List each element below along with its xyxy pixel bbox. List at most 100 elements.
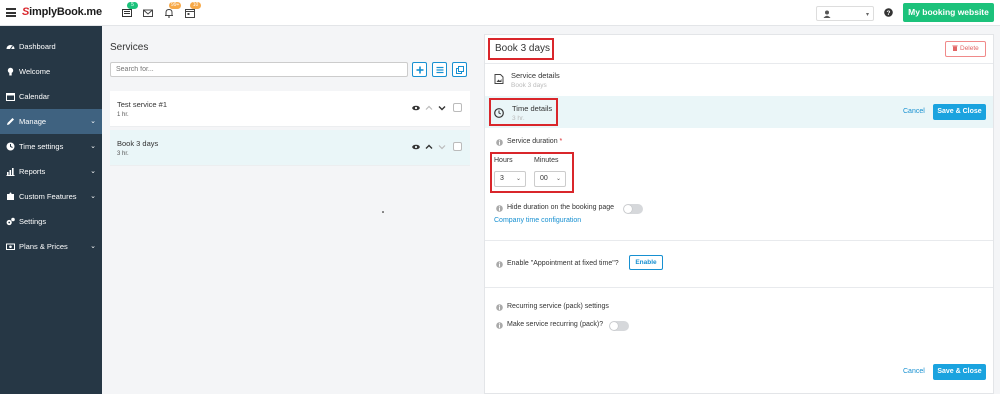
hide-duration-label: Hide duration on the booking page	[507, 204, 615, 211]
save-close-button-bottom[interactable]: Save & Close	[933, 364, 986, 380]
my-booking-website-button[interactable]: My booking website	[903, 3, 994, 22]
cancel-link[interactable]: Cancel	[903, 108, 925, 115]
puzzle-icon	[7, 192, 14, 200]
pencil-icon	[7, 118, 14, 125]
fixed-time-label: Enable "Appointment at fixed time"?	[507, 260, 619, 267]
move-down-icon[interactable]	[438, 143, 446, 151]
price-tag-icon	[6, 243, 15, 250]
calendar-icon	[6, 93, 15, 101]
recurring-settings-label: Recurring service (pack) settings	[507, 303, 609, 310]
plus-icon	[416, 66, 424, 74]
logo[interactable]: SimplyBook.me	[22, 6, 102, 18]
save-close-button[interactable]: Save & Close	[933, 104, 986, 120]
services-title: Services	[110, 42, 149, 53]
info-icon	[496, 205, 503, 212]
chevron-down-icon: ⌄	[515, 176, 521, 182]
make-recurring-label: Make service recurring (pack)?	[507, 321, 604, 328]
delete-service-button[interactable]: Delete	[945, 41, 986, 57]
clock-icon	[494, 108, 504, 118]
user-icon	[823, 10, 831, 18]
envelope-icon[interactable]	[143, 8, 153, 18]
chevron-down-icon: ⌄	[90, 118, 96, 125]
dashboard-icon	[6, 45, 15, 50]
loading-dot	[382, 211, 384, 213]
calendar-badge-icon[interactable]: 10	[185, 2, 201, 18]
sidebar-item-settings[interactable]: Settings	[0, 209, 102, 234]
sidebar-item-manage[interactable]: Manage ⌄	[0, 109, 102, 134]
company-time-configuration-link[interactable]: Company time configuration	[494, 217, 581, 224]
svg-text:?: ?	[887, 10, 891, 17]
chevron-down-icon: ⌄	[90, 168, 96, 175]
count-badge: 5	[127, 2, 138, 9]
service-checkbox[interactable]	[453, 103, 462, 112]
list-view-button[interactable]	[432, 62, 447, 77]
sidebar-item-calendar[interactable]: Calendar	[0, 84, 102, 109]
chevron-down-icon: ▾	[865, 12, 869, 18]
move-up-icon[interactable]	[425, 104, 433, 112]
services-search-input[interactable]	[110, 62, 408, 77]
service-details-label[interactable]: Service details	[511, 71, 560, 80]
list-icon	[436, 66, 444, 74]
sidebar-item-welcome[interactable]: Welcome	[0, 59, 102, 84]
divider	[485, 240, 993, 241]
move-down-icon[interactable]	[438, 104, 446, 112]
chevron-down-icon: ⌄	[90, 193, 96, 200]
sidebar-item-dashboard[interactable]: Dashboard	[0, 34, 102, 59]
sidebar-item-custom-features[interactable]: Custom Features ⌄	[0, 184, 102, 209]
bell-icon[interactable]: 99+	[164, 2, 182, 18]
add-service-button[interactable]	[412, 62, 427, 77]
service-duration: 3 hr.	[117, 151, 129, 157]
sidebar: Dashboard Welcome Calendar Manage ⌄ Time…	[0, 26, 102, 394]
hours-label: Hours	[494, 157, 513, 164]
gears-icon	[6, 217, 15, 226]
user-menu-select[interactable]: ▾	[816, 6, 874, 21]
trash-icon	[952, 45, 958, 51]
count-badge: 10	[190, 2, 201, 9]
service-row-book-3-days[interactable]: Book 3 days 3 hr.	[110, 130, 470, 166]
service-details-sub: Book 3 days	[511, 82, 547, 89]
info-icon	[496, 261, 503, 268]
notifications-list-icon[interactable]: 5	[122, 2, 138, 18]
minutes-select[interactable]: 00 ⌄	[534, 171, 566, 187]
lightbulb-icon	[7, 67, 14, 76]
services-panel: Services Test service #1 1 hr. Book 3 da…	[102, 26, 478, 394]
info-icon	[496, 304, 503, 311]
info-icon	[496, 139, 503, 146]
service-detail-title: Book 3 days	[488, 38, 554, 60]
bar-chart-icon	[6, 168, 15, 176]
hours-select[interactable]: 3 ⌄	[494, 171, 526, 187]
sidebar-item-reports[interactable]: Reports ⌄	[0, 159, 102, 184]
eye-icon[interactable]	[412, 143, 420, 151]
sidebar-item-plans-prices[interactable]: Plans & Prices ⌄	[0, 234, 102, 259]
service-duration: 1 hr.	[117, 112, 129, 118]
minutes-label: Minutes	[534, 157, 559, 164]
service-row-test-service[interactable]: Test service #1 1 hr.	[110, 91, 470, 127]
service-name: Test service #1	[117, 100, 168, 109]
chevron-down-icon: ⌄	[90, 243, 96, 250]
service-detail-panel: Book 3 days Delete Service details Book …	[484, 34, 994, 394]
service-name: Book 3 days	[117, 139, 159, 148]
sidebar-item-time-settings[interactable]: Time settings ⌄	[0, 134, 102, 159]
service-checkbox[interactable]	[453, 142, 462, 151]
eye-icon[interactable]	[412, 104, 420, 112]
hamburger-menu-icon[interactable]	[6, 8, 16, 17]
copy-icon	[456, 66, 464, 74]
divider	[485, 287, 993, 288]
clock-icon	[6, 142, 15, 151]
hide-duration-toggle[interactable]	[623, 204, 643, 214]
chevron-down-icon: ⌄	[555, 176, 561, 182]
time-details-sub: 3 hr.	[512, 115, 525, 122]
make-recurring-toggle[interactable]	[609, 321, 629, 331]
enable-fixed-time-button[interactable]: Enable	[629, 255, 663, 270]
copy-service-button[interactable]	[452, 62, 467, 77]
document-image-icon	[494, 74, 504, 84]
chevron-down-icon: ⌄	[90, 143, 96, 150]
service-duration-label: Service duration *	[507, 138, 563, 145]
cancel-link-bottom[interactable]: Cancel	[903, 368, 925, 375]
top-bar: SimplyBook.me 5 99+ 10 ▾ ? My booking we…	[0, 0, 1000, 26]
time-details-label[interactable]: Time details	[512, 104, 552, 113]
help-icon[interactable]: ?	[884, 8, 893, 17]
move-up-icon[interactable]	[425, 143, 433, 151]
divider	[485, 63, 993, 64]
info-icon	[496, 322, 503, 329]
